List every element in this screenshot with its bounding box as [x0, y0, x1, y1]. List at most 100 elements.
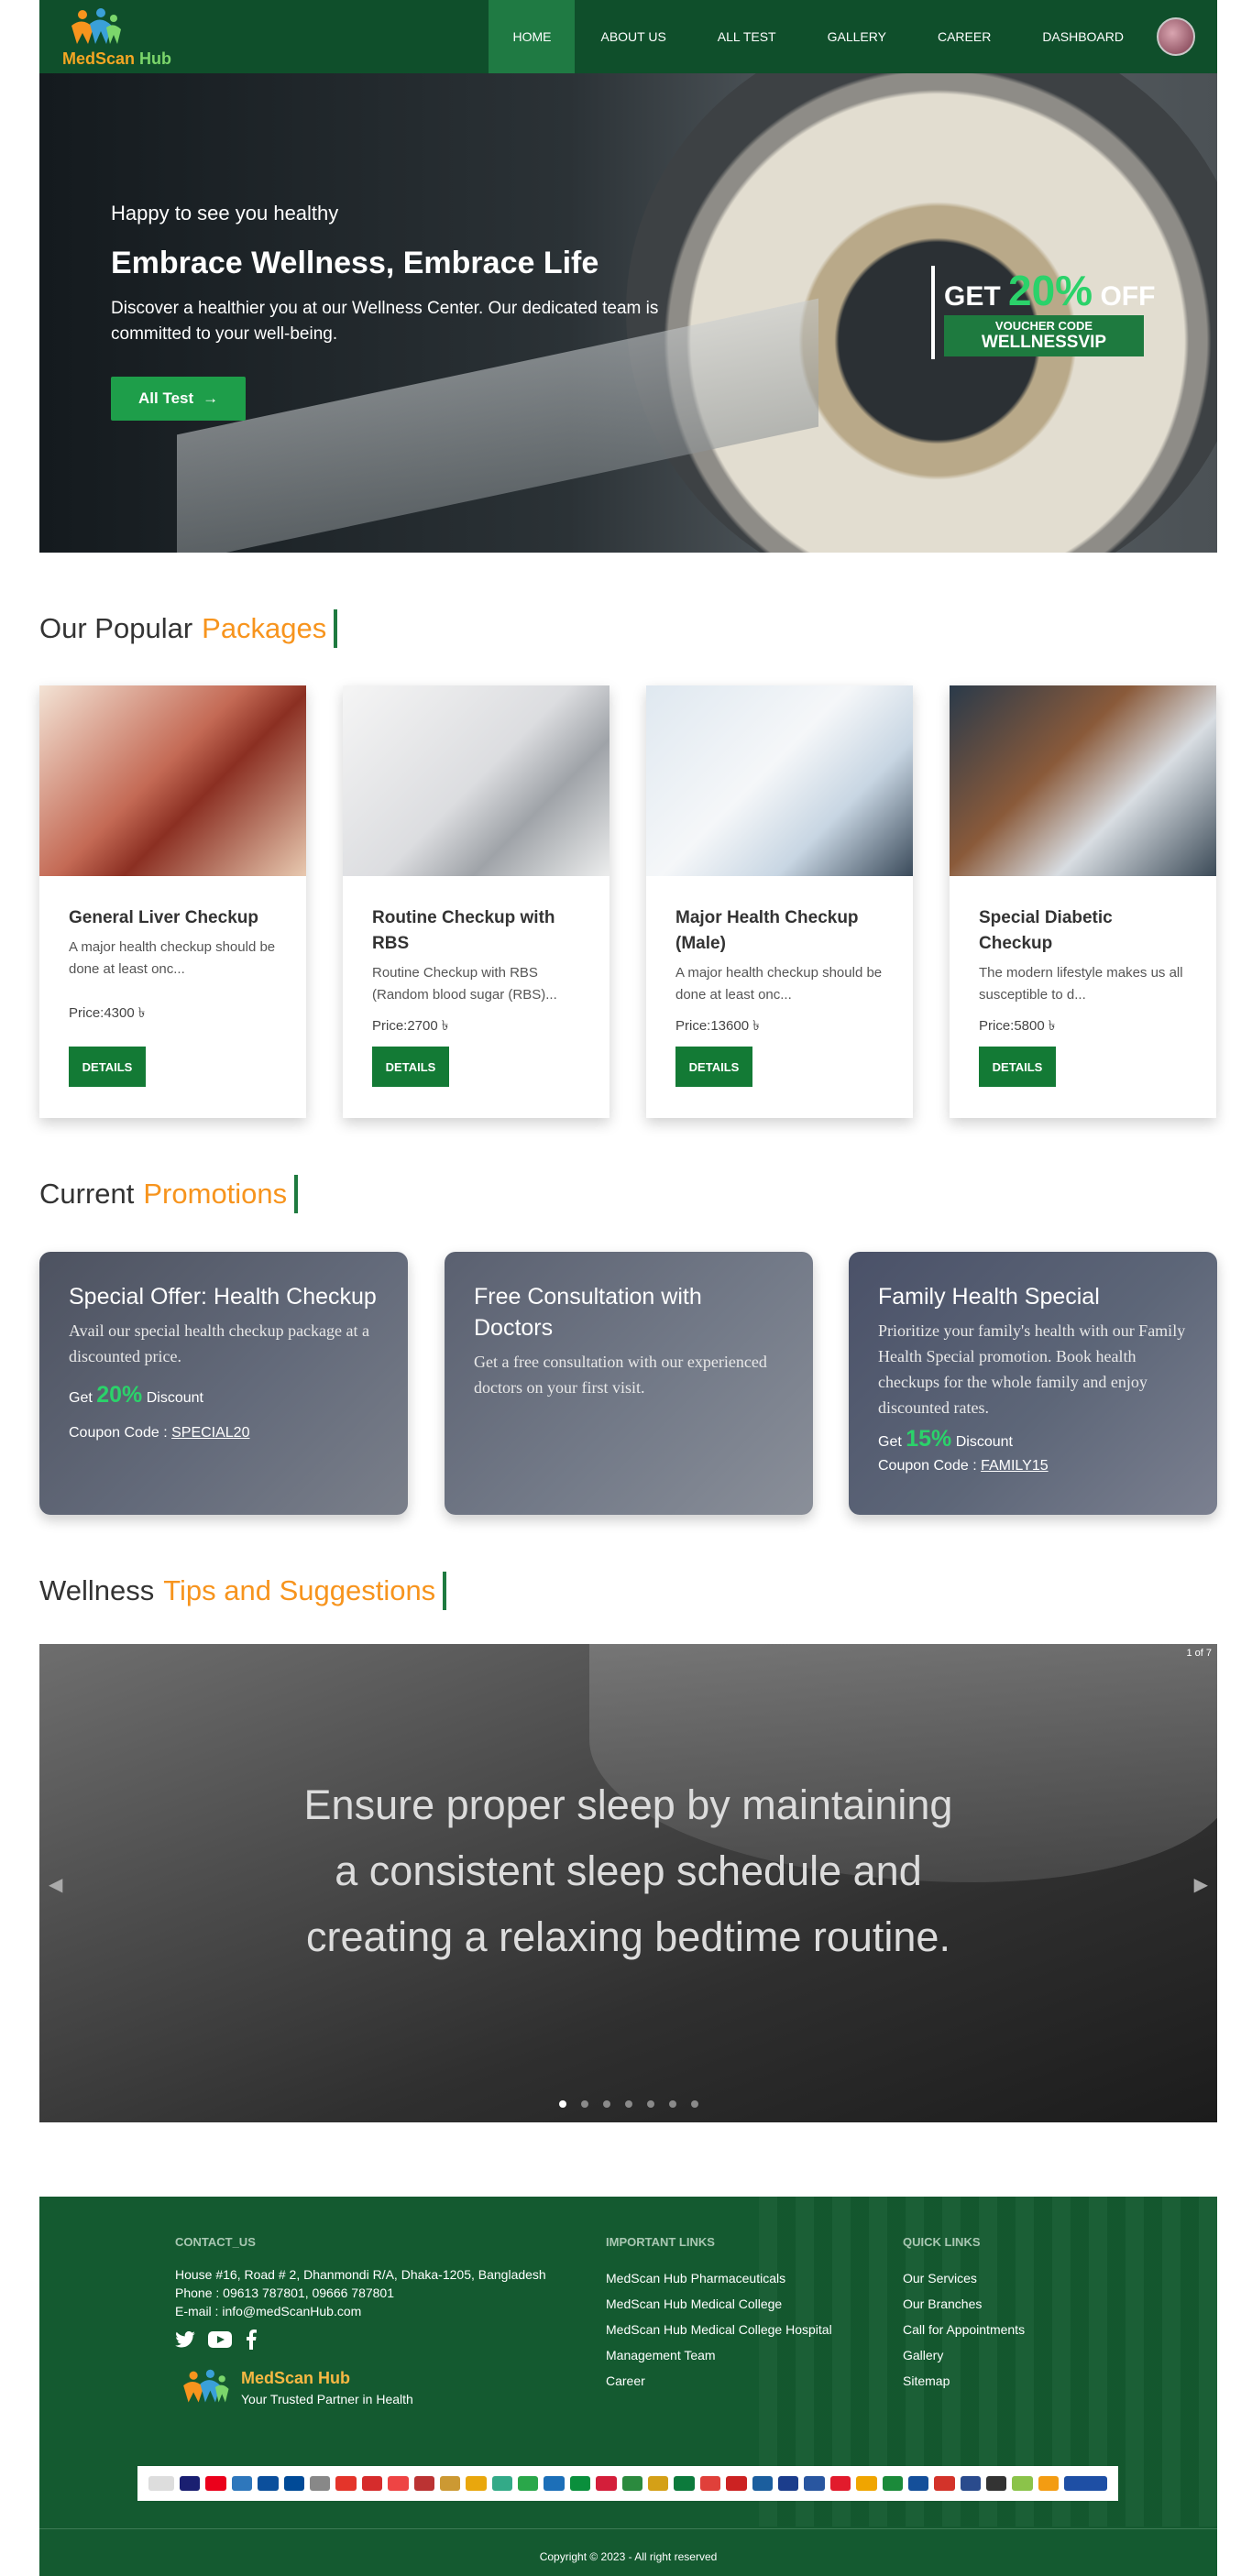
- stethoscope-image: [646, 685, 913, 876]
- all-test-button[interactable]: All Test →: [111, 377, 247, 421]
- slide-dot[interactable]: [580, 2100, 588, 2108]
- package-card[interactable]: Major Health Checkup (Male) A major heal…: [646, 685, 913, 1118]
- diners-icon: [283, 2476, 304, 2491]
- contact-address: House #16, Road # 2, Dhanmondi R/A, Dhak…: [175, 2267, 546, 2282]
- user-avatar[interactable]: [1157, 17, 1195, 56]
- bank-icon: [309, 2476, 331, 2491]
- packages-heading: Our Popular Packages: [39, 609, 338, 648]
- secured-by-icon: [1064, 2476, 1107, 2491]
- promo-title: Special Offer: Health Checkup: [69, 1284, 377, 1310]
- contact-email: E-mail : info@medScanHub.com: [175, 2304, 362, 2318]
- voucher-banner: GET 20% OFF VOUCHER CODE WELLNESSVIP: [931, 266, 1155, 359]
- package-price: Price:13600 ৳: [675, 1018, 760, 1034]
- footer-link[interactable]: MedScan Hub Pharmaceuticals: [606, 2265, 832, 2291]
- bank-icon: [804, 2476, 825, 2491]
- promo-card[interactable]: Free Consultation with Doctors Get a fre…: [445, 1252, 813, 1515]
- footer-link[interactable]: Gallery: [903, 2342, 1025, 2368]
- bank-icon: [934, 2476, 955, 2491]
- details-button[interactable]: DETAILS: [675, 1047, 752, 1087]
- promo-desc: Prioritize your family's health with our…: [878, 1321, 1186, 1417]
- bank-icon: [491, 2476, 513, 2491]
- footer-link[interactable]: Management Team: [606, 2342, 832, 2368]
- quick-links-column: QUICK LINKS Our Services Our Branches Ca…: [903, 2235, 1025, 2394]
- promo-card[interactable]: Special Offer: Health Checkup Avail our …: [39, 1252, 408, 1515]
- arrow-right-icon: →: [203, 389, 219, 407]
- footer-divider: [39, 2528, 1217, 2529]
- youtube-icon[interactable]: [208, 2329, 232, 2355]
- footer-link[interactable]: Our Services: [903, 2265, 1025, 2291]
- facebook-icon[interactable]: [245, 2329, 258, 2355]
- slide-dot[interactable]: [668, 2100, 676, 2108]
- bank-icon: [544, 2476, 565, 2491]
- package-title: Major Health Checkup (Male): [675, 908, 859, 953]
- tips-heading: Wellness Tips and Suggestions: [39, 1572, 447, 1610]
- bank-icon: [777, 2476, 799, 2491]
- contact-phone: Phone : 09613 787801, 09666 787801: [175, 2286, 395, 2300]
- bank-icon: [388, 2476, 409, 2491]
- bank-icon: [621, 2476, 643, 2491]
- package-price: Price:5800 ৳: [979, 1018, 1056, 1034]
- nav-all-test[interactable]: ALL TEST: [692, 0, 802, 73]
- footer-link[interactable]: Sitemap: [903, 2368, 1025, 2394]
- amex-icon: [231, 2476, 253, 2491]
- slide-dots: [39, 2100, 1217, 2108]
- promo-discount: Get 15% Discount: [878, 1426, 1013, 1452]
- hero-banner: Happy to see you healthy Embrace Wellnes…: [39, 73, 1217, 553]
- coupon-code-link[interactable]: FAMILY15: [981, 1458, 1049, 1474]
- doctor-clipboard-image: [343, 685, 610, 876]
- brand-logo[interactable]: MedScan Hub: [62, 7, 171, 68]
- nav-career[interactable]: CAREER: [912, 0, 1016, 73]
- bank-icon: [466, 2476, 487, 2491]
- promo-title: Family Health Special: [878, 1284, 1100, 1310]
- voucher-offer: GET 20% OFF: [944, 267, 1156, 314]
- quick-links-heading: QUICK LINKS: [903, 2235, 981, 2249]
- bank-icon: [960, 2476, 982, 2491]
- bank-icon: [335, 2476, 357, 2491]
- twitter-icon[interactable]: [175, 2329, 195, 2355]
- bank-icon: [882, 2476, 903, 2491]
- brand-name: MedScan Hub: [62, 49, 172, 68]
- footer-link[interactable]: Career: [606, 2368, 832, 2394]
- package-title: General Liver Checkup: [69, 908, 258, 927]
- contact-column: CONTACT_US House #16, Road # 2, Dhanmond…: [175, 2235, 546, 2355]
- nav-about-us[interactable]: ABOUT US: [575, 0, 691, 73]
- footer-link[interactable]: Call for Appointments: [903, 2317, 1025, 2342]
- footer-link[interactable]: Our Branches: [903, 2291, 1025, 2317]
- package-card[interactable]: General Liver Checkup A major health che…: [39, 685, 306, 1118]
- promo-title: Free Consultation with Doctors: [474, 1284, 702, 1341]
- slide-dot[interactable]: [690, 2100, 698, 2108]
- footer: CONTACT_US House #16, Road # 2, Dhanmond…: [39, 2197, 1217, 2576]
- details-button[interactable]: DETAILS: [69, 1047, 146, 1087]
- footer-tagline: Your Trusted Partner in Health: [241, 2391, 413, 2406]
- coupon-code-link[interactable]: SPECIAL20: [171, 1425, 249, 1441]
- slide-dot[interactable]: [646, 2100, 654, 2108]
- package-title: Special Diabetic Checkup: [979, 908, 1113, 953]
- package-desc: The modern lifestyle makes us all suscep…: [979, 965, 1183, 1003]
- details-button[interactable]: DETAILS: [372, 1047, 449, 1087]
- details-button[interactable]: DETAILS: [979, 1047, 1056, 1087]
- package-desc: A major health checkup should be done at…: [675, 965, 883, 1003]
- package-desc: Routine Checkup with RBS (Random blood s…: [372, 965, 557, 1003]
- footer-link[interactable]: MedScan Hub Medical College: [606, 2291, 832, 2317]
- mastercard-icon: [205, 2476, 226, 2491]
- slide-counter: 1 of 7: [1186, 1648, 1212, 1659]
- promo-card[interactable]: Family Health Special Prioritize your fa…: [849, 1252, 1217, 1515]
- nav-home[interactable]: HOME: [489, 0, 576, 73]
- bank-icon: [907, 2476, 929, 2491]
- main-menu: HOME ABOUT US ALL TEST GALLERY CAREER DA…: [489, 0, 1217, 73]
- slide-dot[interactable]: [558, 2100, 566, 2108]
- footer-brand: MedScan Hub Your Trusted Partner in Heal…: [175, 2367, 413, 2407]
- nav-dashboard[interactable]: DASHBOARD: [1016, 0, 1149, 73]
- footer-link[interactable]: MedScan Hub Medical College Hospital: [606, 2317, 832, 2342]
- family-logo-icon: [71, 8, 121, 44]
- package-card[interactable]: Routine Checkup with RBS Routine Checkup…: [343, 685, 610, 1118]
- bank-icon: [674, 2476, 695, 2491]
- copyright-text: Copyright © 2023 - All right reserved: [539, 2550, 718, 2563]
- slide-dot[interactable]: [624, 2100, 632, 2108]
- bank-icon: [1038, 2476, 1060, 2491]
- nav-gallery[interactable]: GALLERY: [802, 0, 912, 73]
- package-card[interactable]: Special Diabetic Checkup The modern life…: [950, 685, 1216, 1118]
- important-links-column: IMPORTANT LINKS MedScan Hub Pharmaceutic…: [606, 2235, 832, 2394]
- slide-dot[interactable]: [602, 2100, 610, 2108]
- bank-icon: [596, 2476, 617, 2491]
